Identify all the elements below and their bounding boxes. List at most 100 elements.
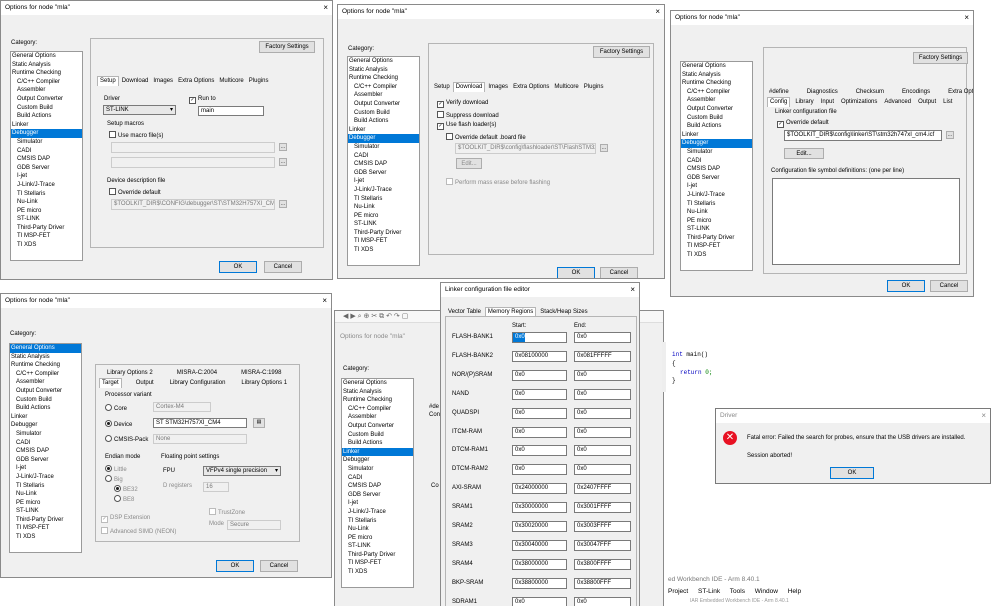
region-start-input[interactable]: 0x0 [512, 596, 567, 606]
category-item[interactable]: CMSIS DAP [342, 482, 413, 491]
region-start-input[interactable]: 0x0 [512, 407, 567, 419]
region-start-input[interactable]: 0x0 [512, 426, 567, 438]
region-end-input[interactable]: 0x0 [574, 369, 631, 381]
ok-button[interactable]: OK [887, 280, 925, 292]
category-item[interactable]: Nu-Link [342, 525, 413, 534]
category-item[interactable]: I-jet [348, 177, 419, 186]
browse-button[interactable]: ... [279, 200, 287, 208]
tab[interactable]: Library Options 2 [105, 369, 155, 378]
radio-selected[interactable] [105, 420, 112, 427]
category-item[interactable]: Linker [11, 121, 82, 130]
tab[interactable]: #define [767, 88, 791, 97]
mode-select[interactable]: Secure [227, 520, 281, 530]
category-item[interactable]: Static Analysis [348, 66, 419, 75]
cancel-button[interactable]: Cancel [930, 280, 968, 292]
category-tree[interactable]: General Options Static Analysis Runtime Ch… [680, 61, 753, 271]
factory-settings-button[interactable]: Factory Settings [259, 41, 315, 53]
be32-radio[interactable]: BE32 [114, 485, 138, 493]
category-item[interactable]: I-jet [681, 182, 752, 191]
category-item[interactable]: CADI [11, 147, 82, 156]
category-item[interactable]: PE micro [10, 499, 81, 508]
radio-selected[interactable] [105, 465, 112, 472]
category-item[interactable]: TI MSP-FET [681, 242, 752, 251]
category-item[interactable]: CADI [681, 157, 752, 166]
tab[interactable]: Advanced [882, 98, 913, 107]
category-item[interactable]: Runtime Checking [11, 69, 82, 78]
big-radio[interactable]: Big [105, 475, 123, 483]
override-board-checkbox[interactable]: Override default .board file [446, 133, 526, 141]
region-end-input[interactable]: 0x2407FFFF [574, 483, 631, 495]
tab[interactable]: Library Options 1 [239, 379, 289, 388]
checkbox[interactable] [109, 188, 116, 195]
category-item[interactable]: TI Stellaris [11, 190, 82, 199]
category-item[interactable]: Assembler [10, 378, 81, 387]
category-item[interactable]: Custom Build [342, 431, 413, 440]
category-item[interactable]: Runtime Checking [342, 396, 413, 405]
category-item[interactable]: ST-LINK [348, 220, 419, 229]
category-item[interactable]: I-jet [342, 499, 413, 508]
category-item[interactable]: Static Analysis [342, 388, 413, 397]
category-item[interactable]: Debugger [681, 139, 752, 148]
category-item[interactable]: Custom Build [10, 396, 81, 405]
category-item[interactable]: Debugger [348, 134, 419, 143]
category-item[interactable]: ST-LINK [11, 215, 82, 224]
category-item[interactable]: Assembler [342, 413, 413, 422]
tab[interactable]: Library Configuration [168, 379, 228, 388]
ok-button[interactable]: OK [830, 467, 874, 479]
checkbox[interactable] [209, 508, 216, 515]
category-item[interactable]: TI MSP-FET [11, 232, 82, 241]
category-item[interactable]: C/C++ Compiler [11, 78, 82, 87]
region-start-input[interactable]: 0x08100000 [512, 350, 567, 362]
factory-settings-button[interactable]: Factory Settings [913, 52, 968, 64]
macro-file-input-1[interactable] [111, 142, 275, 153]
override-default-checkbox[interactable]: ✓ Override default [777, 120, 829, 128]
category-item[interactable]: Assembler [681, 96, 752, 105]
category-item[interactable]: Static Analysis [11, 61, 82, 70]
category-item[interactable]: Linker [10, 413, 81, 422]
cancel-button[interactable]: Cancel [600, 267, 638, 278]
tab[interactable]: List [941, 98, 954, 107]
menu-item-tools[interactable]: Tools [730, 588, 745, 595]
category-item[interactable]: Static Analysis [681, 71, 752, 80]
category-item[interactable]: CMSIS DAP [348, 160, 419, 169]
ddf-path-input[interactable]: $TOOLKIT_DIR$\CONFIG\debugger\ST\STM32H7… [111, 199, 275, 210]
category-item[interactable]: ST-LINK [10, 507, 81, 516]
category-item[interactable]: C/C++ Compiler [342, 405, 413, 414]
tab[interactable]: Extra Options [176, 77, 216, 86]
category-item[interactable]: CADI [10, 439, 81, 448]
category-item[interactable]: Third-Party Driver [348, 229, 419, 238]
region-end-input[interactable]: 0x0 [574, 426, 631, 438]
category-item[interactable]: General Options [342, 379, 413, 388]
region-start-input[interactable]: 0x38000000 [512, 558, 567, 570]
dsp-checkbox[interactable]: ✓ DSP Extension [101, 515, 150, 523]
category-item[interactable]: Simulator [681, 148, 752, 157]
category-item[interactable]: Custom Build [11, 104, 82, 113]
driver-select[interactable]: ST-LINK ▾ [103, 105, 176, 115]
region-start-input[interactable]: 0x0 [512, 369, 567, 381]
tab[interactable]: Multicore [552, 83, 580, 92]
core-select[interactable]: Cortex-M4 [153, 402, 211, 412]
category-item[interactable]: Simulator [348, 143, 419, 152]
region-end-input[interactable]: 0x0 [574, 332, 631, 343]
category-item[interactable]: Third-Party Driver [10, 516, 81, 525]
category-item[interactable]: Debugger [11, 129, 82, 138]
browse-button[interactable]: ... [279, 158, 287, 166]
category-item[interactable]: I-jet [11, 172, 82, 181]
tab[interactable]: Input [819, 98, 836, 107]
close-icon[interactable]: × [655, 5, 660, 19]
simd-checkbox[interactable]: Advanced SIMD (NEON) [101, 527, 176, 535]
region-end-input[interactable]: 0x3003FFFF [574, 521, 631, 532]
close-icon[interactable]: × [630, 283, 635, 297]
category-item[interactable]: Build Actions [681, 122, 752, 131]
core-radio[interactable]: Core [105, 404, 127, 412]
use-flash-loader-checkbox[interactable]: ✓ Use flash loader(s) [437, 122, 496, 130]
region-end-input[interactable]: 0x0 [574, 388, 631, 400]
checkbox-checked[interactable]: ✓ [437, 101, 444, 108]
category-item[interactable]: General Options [11, 52, 82, 61]
checkbox[interactable] [437, 111, 444, 118]
category-item[interactable]: TI XDS [348, 246, 419, 255]
category-item[interactable]: TI XDS [681, 251, 752, 260]
tab[interactable]: Images [486, 83, 510, 92]
cancel-button[interactable]: Cancel [264, 261, 302, 273]
override-default-checkbox[interactable]: Override default [109, 188, 161, 196]
